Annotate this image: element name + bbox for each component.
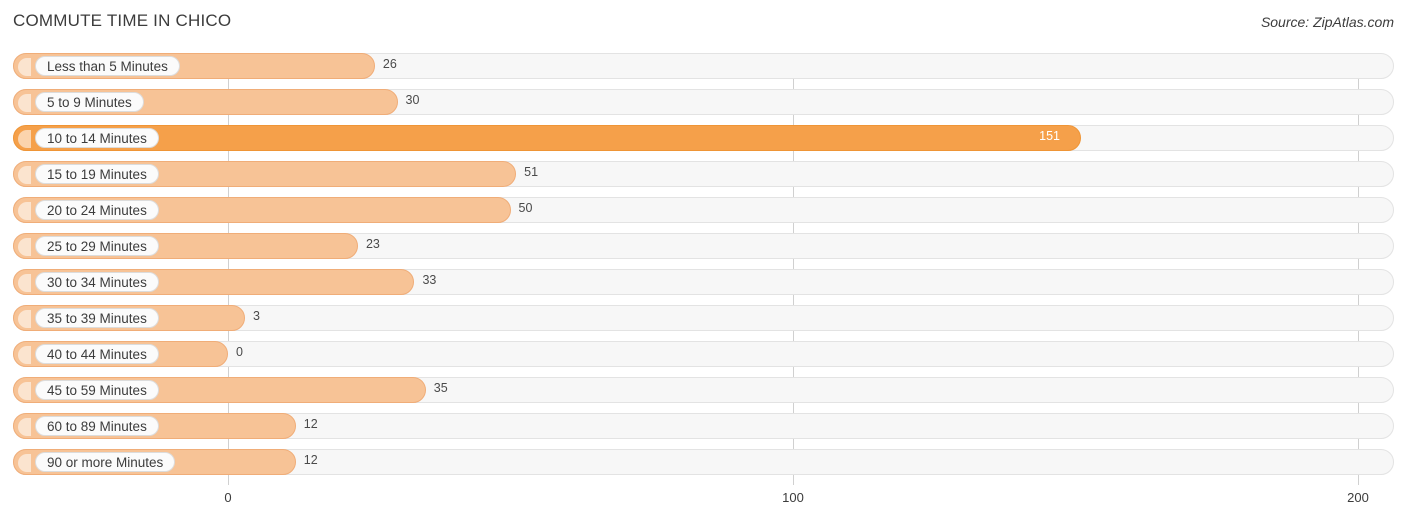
category-label: 40 to 44 Minutes [35,344,159,364]
category-label: 60 to 89 Minutes [35,416,159,436]
bar-cap-highlight [18,274,31,292]
chart-container: COMMUTE TIME IN CHICO Source: ZipAtlas.c… [0,0,1406,523]
value-label: 12 [303,453,318,467]
category-label: 90 or more Minutes [35,452,176,472]
bar-cap-highlight [18,346,31,364]
x-axis: 0 100 200 [13,487,1394,515]
value-label: 23 [365,237,380,251]
bar-row[interactable]: 35 to 39 Minutes 3 [13,305,1394,331]
category-label: 45 to 59 Minutes [35,380,159,400]
bar-cap-highlight [18,454,31,472]
bar-cap-highlight [18,94,31,112]
category-label: 5 to 9 Minutes [35,92,144,112]
value-label: 33 [422,273,437,287]
category-label: 25 to 29 Minutes [35,236,159,256]
bar-row[interactable]: 20 to 24 Minutes 50 [13,197,1394,223]
bar-cap-highlight [18,418,31,436]
bar-row[interactable]: Less than 5 Minutes 26 [13,53,1394,79]
bar-row[interactable]: 5 to 9 Minutes 30 [13,89,1394,115]
bar-cap-highlight [18,238,31,256]
x-tick-label: 0 [224,490,232,505]
category-label: 20 to 24 Minutes [35,200,159,220]
value-label: 151 [1039,129,1060,143]
source-attribution: Source: ZipAtlas.com [1260,14,1394,30]
bar-row[interactable]: 45 to 59 Minutes 35 [13,377,1394,403]
plot-area: Less than 5 Minutes 26 5 to 9 Minutes 30 10 … [13,53,1394,485]
x-tick-label: 200 [1347,490,1369,505]
bar-row[interactable]: 40 to 44 Minutes 0 [13,341,1394,367]
value-label: 35 [433,381,448,395]
value-label: 51 [524,165,539,179]
x-tick-label: 100 [782,490,804,505]
bar-cap-highlight [18,58,31,76]
bar-row[interactable]: 90 or more Minutes 12 [13,449,1394,475]
bar-row[interactable]: 15 to 19 Minutes 51 [13,161,1394,187]
category-label: 15 to 19 Minutes [35,164,159,184]
value-label: 0 [236,345,243,359]
bar-cap-highlight [18,382,31,400]
category-label: 35 to 39 Minutes [35,308,159,328]
bar-row[interactable]: 10 to 14 Minutes 151 [13,125,1394,151]
bar-cap-highlight [18,166,31,184]
bar-cap-highlight [18,130,31,148]
bar-cap-highlight [18,310,31,328]
bar-row[interactable]: 30 to 34 Minutes 33 [13,269,1394,295]
value-label: 30 [405,93,420,107]
category-label: 30 to 34 Minutes [35,272,159,292]
bar-row[interactable]: 60 to 89 Minutes 12 [13,413,1394,439]
value-label: 12 [303,417,318,431]
bar-row[interactable]: 25 to 29 Minutes 23 [13,233,1394,259]
page-title: COMMUTE TIME IN CHICO [13,11,232,30]
value-label: 3 [252,309,260,323]
value-label: 26 [382,57,397,71]
category-label: Less than 5 Minutes [35,56,180,76]
bar-cap-highlight [18,202,31,220]
category-label: 10 to 14 Minutes [35,128,159,148]
value-label: 50 [518,201,533,215]
bar [13,125,1082,151]
